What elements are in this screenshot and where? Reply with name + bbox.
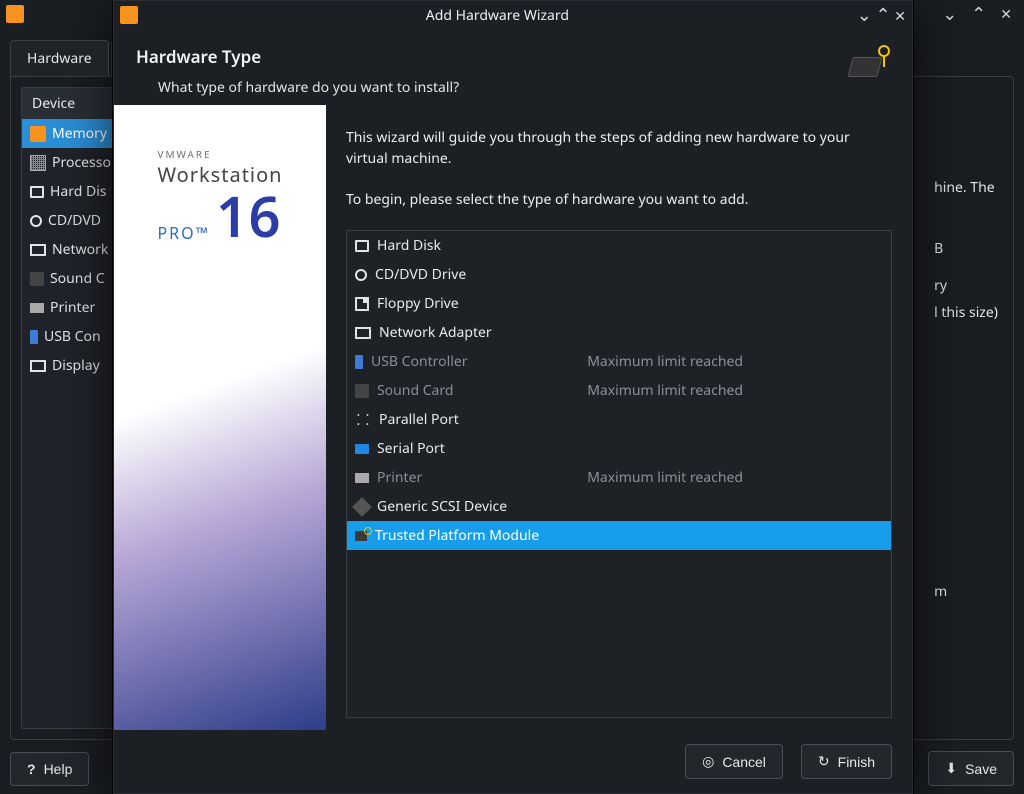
wizard-intro-2: To begin, please select the type of hard… <box>346 189 892 210</box>
hw-option-network-adapter[interactable]: Network Adapter <box>347 318 891 347</box>
flop-icon <box>355 297 369 311</box>
banner-pro-label: PRO™ <box>157 222 210 244</box>
prn-icon <box>355 473 369 483</box>
add-hardware-wizard: Add Hardware Wizard Hardware Type What t… <box>113 0 913 794</box>
finish-icon <box>818 753 830 770</box>
wizard-intro-1: This wizard will guide you through the s… <box>346 127 892 169</box>
hw-option-parallel-port[interactable]: Parallel Port <box>347 405 891 434</box>
rect-icon <box>355 240 369 252</box>
hw-option-label: Serial Port <box>377 439 445 458</box>
save-button[interactable]: Save <box>928 751 1014 786</box>
cancel-icon <box>702 753 714 770</box>
wizard-side-banner: VMWARE Workstation PRO™ 16 <box>114 105 326 730</box>
hw-option-label: Hard Disk <box>377 236 441 255</box>
wizard-button-bar: Cancel Finish <box>114 730 912 793</box>
device-label: CD/DVD <box>48 211 101 230</box>
hw-option-label: Printer <box>377 468 422 487</box>
hw-option-label: Trusted Platform Module <box>375 526 539 545</box>
minimize-icon[interactable] <box>857 3 872 27</box>
hw-option-label: Floppy Drive <box>377 294 459 313</box>
hw-option-sound-card: Sound Card Maximum limit reached <box>347 376 891 405</box>
banner-vmware-label: VMWARE <box>157 147 282 161</box>
hw-option-label: CD/DVD Drive <box>375 265 466 284</box>
device-label: Sound C <box>50 269 105 288</box>
hw-option-status: Maximum limit reached <box>587 381 883 400</box>
hw-option-label: Generic SCSI Device <box>377 497 507 516</box>
download-icon <box>945 760 957 777</box>
hw-option-status: Maximum limit reached <box>587 352 883 371</box>
help-button[interactable]: Help <box>10 752 89 786</box>
maximize-icon[interactable] <box>876 3 891 27</box>
cancel-button[interactable]: Cancel <box>685 744 783 779</box>
wizard-subheading: What type of hardware do you want to ins… <box>136 78 840 97</box>
net-icon <box>355 327 371 339</box>
hw-option-status: Maximum limit reached <box>587 468 883 487</box>
vmware-app-icon <box>120 6 138 24</box>
hw-option-trusted-platform-module[interactable]: Trusted Platform Module <box>347 521 891 550</box>
hw-option-usb-controller: USB Controller Maximum limit reached <box>347 347 891 376</box>
hw-option-cd-dvd-drive[interactable]: CD/DVD Drive <box>347 260 891 289</box>
hw-option-label: Network Adapter <box>379 323 492 342</box>
hw-option-generic-scsi-device[interactable]: Generic SCSI Device <box>347 492 891 521</box>
hardware-type-list[interactable]: Hard Disk CD/DVD Drive Floppy Drive Network… <box>346 230 892 718</box>
snd-icon <box>355 384 369 398</box>
disp-icon <box>30 360 46 372</box>
parent-window-controls <box>942 2 1018 26</box>
cpu-icon <box>30 155 46 171</box>
wizard-title: Add Hardware Wizard <box>138 6 857 25</box>
snd-icon <box>30 272 44 286</box>
scsi-icon <box>352 497 372 517</box>
hw-option-label: Sound Card <box>377 381 454 400</box>
circ-icon <box>30 215 42 227</box>
net-icon <box>30 244 46 256</box>
usb-icon <box>30 330 38 344</box>
close-icon[interactable] <box>894 4 906 26</box>
wizard-header: Hardware Type What type of hardware do y… <box>114 29 912 105</box>
circ-icon <box>355 269 367 281</box>
vmware-app-icon <box>6 5 24 23</box>
right-panel-fragment: hine. The B ry l this size) m <box>934 170 998 609</box>
device-label: Display <box>52 356 100 375</box>
tpm-icon <box>355 531 367 541</box>
tab-hardware[interactable]: Hardware <box>10 40 109 76</box>
hw-option-printer: Printer Maximum limit reached <box>347 463 891 492</box>
device-label: Printer <box>50 298 95 317</box>
hw-option-floppy-drive[interactable]: Floppy Drive <box>347 289 891 318</box>
ser-icon <box>355 444 369 454</box>
finish-button[interactable]: Finish <box>801 744 892 779</box>
maximize-icon[interactable] <box>971 2 986 26</box>
usb-icon <box>355 355 363 369</box>
question-icon <box>27 761 36 777</box>
mem-icon <box>30 126 46 142</box>
device-label: Memory <box>52 124 107 143</box>
wizard-titlebar: Add Hardware Wizard <box>114 1 912 29</box>
hw-option-label: USB Controller <box>371 352 468 371</box>
hw-option-hard-disk[interactable]: Hard Disk <box>347 231 891 260</box>
device-label: Hard Dis <box>50 182 107 201</box>
rect-icon <box>30 186 44 198</box>
wizard-heading: Hardware Type <box>136 45 840 68</box>
device-label: Processo <box>52 153 111 172</box>
banner-version-number: 16 <box>216 188 281 244</box>
par-icon <box>355 412 371 428</box>
hw-option-label: Parallel Port <box>379 410 459 429</box>
hw-option-serial-port[interactable]: Serial Port <box>347 434 891 463</box>
hardware-chip-key-icon <box>850 45 890 77</box>
close-icon[interactable] <box>1000 2 1012 26</box>
device-label: Network <box>52 240 108 259</box>
wizard-window-controls <box>857 3 906 27</box>
prn-icon <box>30 303 44 313</box>
minimize-icon[interactable] <box>942 2 957 26</box>
device-label: USB Con <box>44 327 101 346</box>
